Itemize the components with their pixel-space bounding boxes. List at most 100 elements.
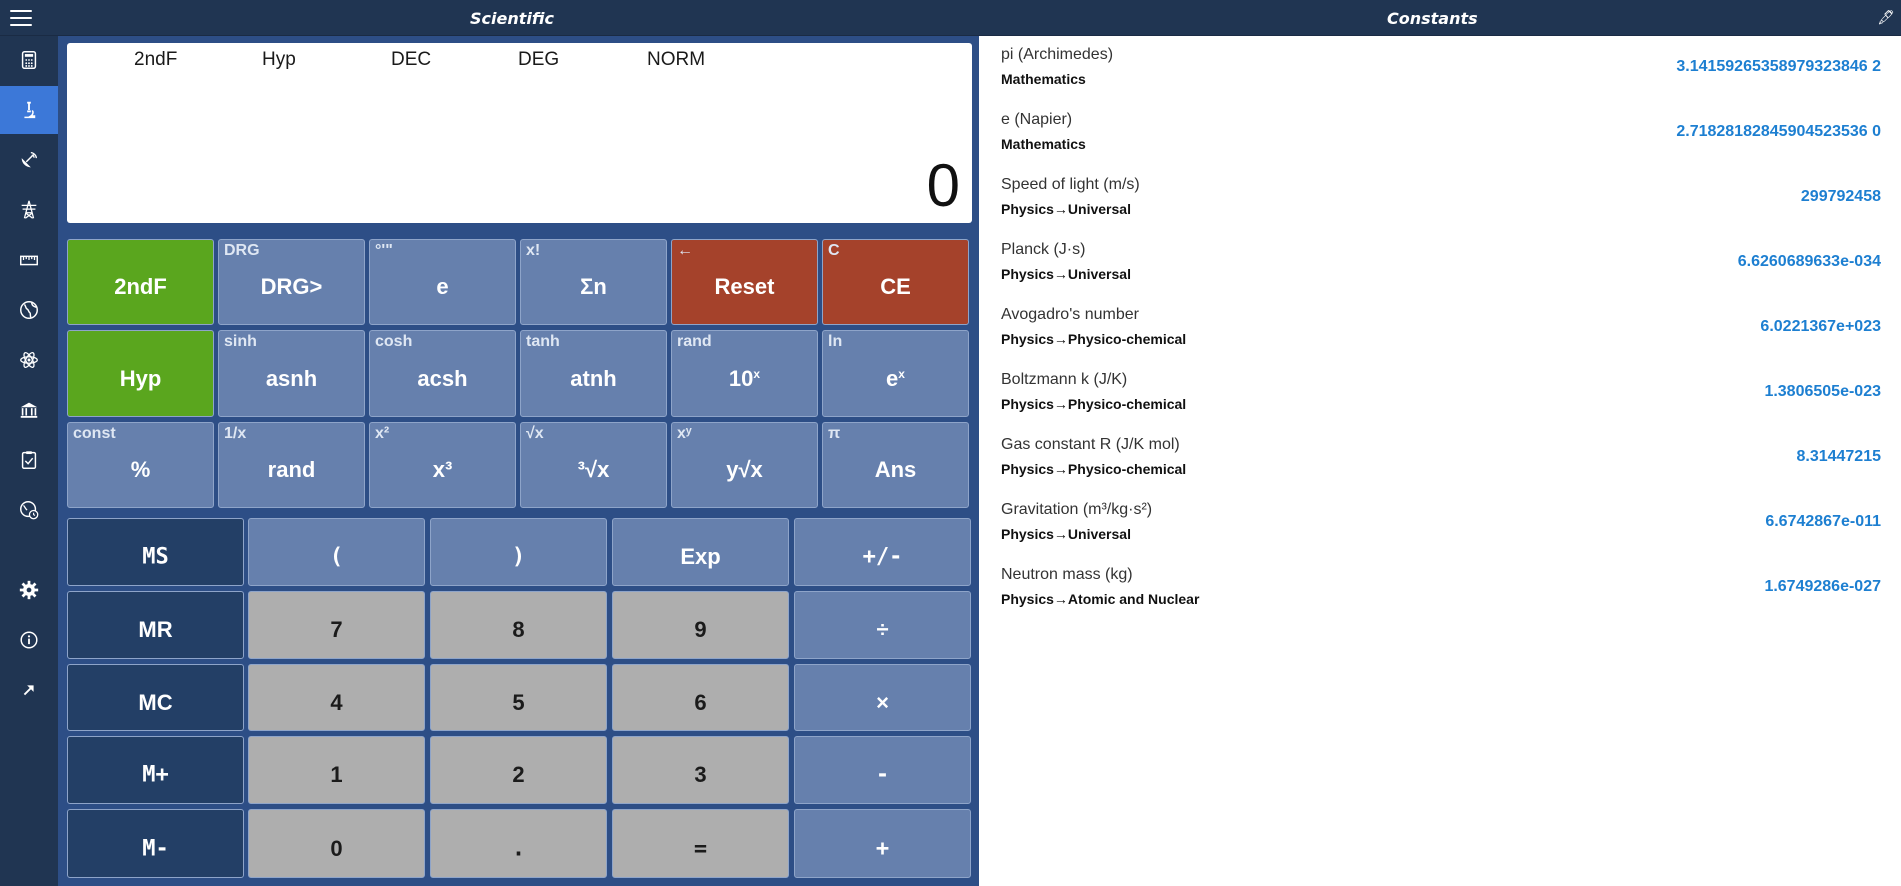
- sidebar-item-about[interactable]: [0, 616, 58, 664]
- key-x-cubed[interactable]: x² x³: [369, 422, 516, 508]
- constant-category: Physics→Universal: [1001, 266, 1131, 282]
- key-9[interactable]: 9: [612, 591, 789, 659]
- key-4[interactable]: 4: [248, 664, 425, 731]
- mode-base: DEC: [391, 49, 432, 70]
- constant-row[interactable]: e (Napier) Mathematics 2.718281828459045…: [979, 101, 1901, 166]
- key-cube-root[interactable]: √x ³√x: [520, 422, 667, 508]
- constant-value: 6.6260689633e-034: [1737, 253, 1881, 270]
- constant-row[interactable]: Neutron mass (kg) Physics→Atomic and Nuc…: [979, 556, 1901, 621]
- sidebar: [0, 36, 58, 886]
- ruler-icon: [20, 255, 38, 266]
- constant-row[interactable]: Speed of light (m/s) Physics→Universal 2…: [979, 166, 1901, 231]
- sidebar-item-scientific[interactable]: [0, 86, 58, 134]
- sidebar-item-globe[interactable]: [0, 286, 58, 334]
- calculator-title: Scientific: [470, 9, 554, 28]
- constant-row[interactable]: Planck (J·s) Physics→Universal 6.6260689…: [979, 231, 1901, 296]
- mode-2ndf: 2ndF: [134, 49, 178, 70]
- sidebar-item-world-time[interactable]: [0, 486, 58, 534]
- key-sigma-n[interactable]: x! Σn: [520, 239, 667, 325]
- sidebar-item-atom[interactable]: [0, 336, 58, 384]
- sidebar-item-satellite[interactable]: [0, 136, 58, 184]
- constant-category: Mathematics: [1001, 136, 1086, 152]
- key-y-root-x[interactable]: xʸ y√x: [671, 422, 818, 508]
- info-icon: [20, 631, 38, 649]
- constant-row[interactable]: Avogadro's number Physics→Physico-chemic…: [979, 296, 1901, 361]
- constants-panel: pi (Archimedes) Mathematics 3.1415926535…: [979, 36, 1901, 886]
- key-add[interactable]: +: [794, 809, 971, 878]
- constant-row[interactable]: pi (Archimedes) Mathematics 3.1415926535…: [979, 36, 1901, 101]
- key-exp[interactable]: Exp: [612, 518, 789, 586]
- key-drg[interactable]: DRG DRG>: [218, 239, 365, 325]
- key-2ndf[interactable]: 2ndF: [67, 239, 214, 325]
- key-0[interactable]: 0: [248, 809, 425, 878]
- key-subtract[interactable]: -: [794, 736, 971, 804]
- atom-icon: [20, 352, 38, 368]
- gear-icon: [19, 580, 39, 600]
- key-mc[interactable]: MC: [67, 664, 244, 731]
- globe-clock-icon: [20, 501, 39, 520]
- constant-category: Mathematics: [1001, 71, 1086, 87]
- key-ten-power-x[interactable]: rand 10x: [671, 330, 818, 417]
- constant-row[interactable]: Gravitation (m³/kg·s²) Physics→Universal…: [979, 491, 1901, 556]
- key-6[interactable]: 6: [612, 664, 789, 731]
- mode-notation: NORM: [647, 49, 706, 70]
- key-decimal[interactable]: .: [430, 809, 607, 878]
- constant-value: 6.6742867e-011: [1765, 513, 1881, 530]
- satellite-dish-icon: [21, 152, 37, 168]
- key-acsh[interactable]: cosh acsh: [369, 330, 516, 417]
- power-tower-icon: [21, 200, 37, 219]
- constant-row[interactable]: Boltzmann k (J/K) Physics→Physico-chemic…: [979, 361, 1901, 426]
- key-hyp[interactable]: Hyp: [67, 330, 214, 417]
- constant-row[interactable]: Gas constant R (J/K mol) Physics→Physico…: [979, 426, 1901, 491]
- key-5[interactable]: 5: [430, 664, 607, 731]
- sidebar-item-expand[interactable]: [0, 666, 58, 714]
- key-open-paren[interactable]: (: [248, 518, 425, 586]
- sidebar-item-power[interactable]: [0, 186, 58, 234]
- key-mr[interactable]: MR: [67, 591, 244, 659]
- key-percent[interactable]: const %: [67, 422, 214, 508]
- key-multiply[interactable]: ×: [794, 664, 971, 731]
- mode-hyp: Hyp: [262, 49, 296, 70]
- constant-name: Gas constant R (J/K mol): [1001, 436, 1180, 453]
- key-2[interactable]: 2: [430, 736, 607, 804]
- microscope-icon: [24, 101, 36, 119]
- key-reset[interactable]: ← Reset: [671, 239, 818, 325]
- sidebar-item-bank[interactable]: [0, 386, 58, 434]
- title-bar: Scientific Constants 🖋: [0, 0, 1901, 36]
- key-ms[interactable]: MS: [67, 518, 244, 586]
- key-3[interactable]: 3: [612, 736, 789, 804]
- key-7[interactable]: 7: [248, 591, 425, 659]
- constant-value: 1.6749286e-027: [1764, 578, 1881, 595]
- key-plus-minus[interactable]: +/-: [794, 518, 971, 586]
- sidebar-item-settings[interactable]: [0, 566, 58, 614]
- key-asnh[interactable]: sinh asnh: [218, 330, 365, 417]
- constant-name: Speed of light (m/s): [1001, 176, 1140, 193]
- sidebar-item-ruler[interactable]: [0, 236, 58, 284]
- key-close-paren[interactable]: ): [430, 518, 607, 586]
- key-ans[interactable]: π Ans: [822, 422, 969, 508]
- constant-value: 299792458: [1800, 188, 1881, 205]
- key-e[interactable]: °'" e: [369, 239, 516, 325]
- key-rand[interactable]: 1/x rand: [218, 422, 365, 508]
- key-m-minus[interactable]: M-: [67, 809, 244, 878]
- hamburger-menu-icon[interactable]: [10, 8, 32, 28]
- sidebar-item-calculator[interactable]: [0, 36, 58, 84]
- key-divide[interactable]: ÷: [794, 591, 971, 659]
- key-atnh[interactable]: tanh atnh: [520, 330, 667, 417]
- pin-icon[interactable]: 🖋: [1877, 9, 1895, 27]
- key-m-plus[interactable]: M+: [67, 736, 244, 804]
- constant-value: 1.3806505e-023: [1764, 383, 1881, 400]
- key-8[interactable]: 8: [430, 591, 607, 659]
- constant-value: 3.14159265358979323846 2: [1676, 58, 1881, 75]
- key-1[interactable]: 1: [248, 736, 425, 804]
- calculator-panel: 2ndF Hyp DEC DEG NORM 0 2ndF DRG DRG> °'…: [58, 36, 979, 886]
- sidebar-item-clipboard[interactable]: [0, 436, 58, 484]
- constant-category: Physics→Universal: [1001, 526, 1131, 542]
- key-e-power-x[interactable]: ln ex: [822, 330, 969, 417]
- constant-category: Physics→Universal: [1001, 201, 1131, 217]
- key-ce[interactable]: C CE: [822, 239, 969, 325]
- constant-value: 2.71828182845904523536 0: [1676, 123, 1881, 140]
- key-equals[interactable]: =: [612, 809, 789, 878]
- constant-value: 6.0221367e+023: [1760, 318, 1881, 335]
- constants-title: Constants: [1387, 9, 1478, 28]
